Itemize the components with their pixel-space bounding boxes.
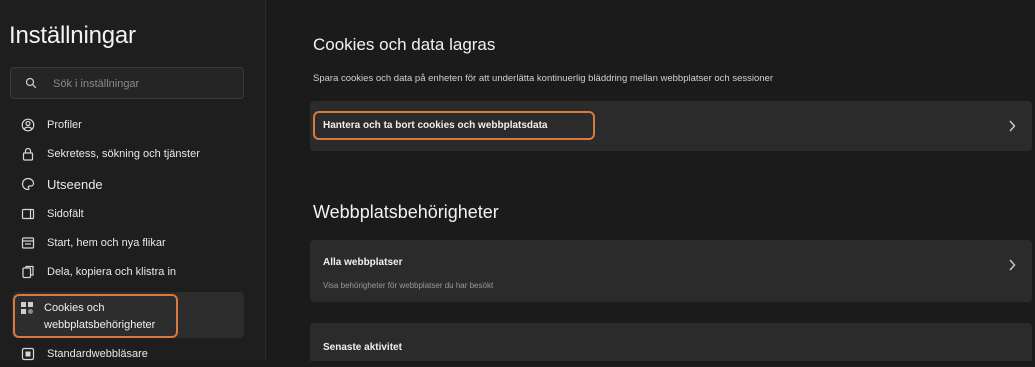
sidebar-item-label: Standardwebbläsare — [47, 348, 148, 360]
sidebar-item-sidebar[interactable]: Sidofält — [12, 201, 252, 227]
cookies-section-title: Cookies och data lagras — [313, 35, 496, 54]
share-icon — [20, 264, 36, 280]
lock-icon — [20, 146, 36, 162]
chevron-right-icon — [1009, 259, 1016, 271]
search-box[interactable] — [10, 67, 244, 99]
sidebar-item-profiles[interactable]: Profiler — [12, 112, 252, 138]
appearance-icon — [20, 176, 36, 192]
sidebar-item-privacy[interactable]: Sekretess, sökning och tjänster — [12, 141, 252, 167]
profile-icon — [20, 117, 36, 133]
all-sites-card[interactable] — [310, 240, 1032, 302]
cookies-section-description: Spara cookies och data på enheten för at… — [313, 73, 773, 84]
recent-activity-card[interactable] — [310, 323, 1032, 361]
highlight-outline — [13, 294, 178, 338]
search-input[interactable] — [51, 74, 235, 94]
sidebar-item-appearance[interactable]: Utseende — [12, 171, 252, 197]
browser-icon — [20, 346, 36, 362]
home-tabs-icon — [20, 235, 36, 251]
chevron-right-icon — [1009, 120, 1016, 132]
manage-cookies-label: Hantera och ta bort cookies och webbplat… — [323, 120, 548, 131]
all-sites-label: Alla webbplatser — [323, 257, 403, 268]
sidebar-item-start-home[interactable]: Start, hem och nya flikar — [12, 230, 252, 256]
settings-title: Inställningar — [9, 22, 136, 49]
recent-activity-label: Senaste aktivitet — [323, 342, 402, 353]
settings-sidebar: Inställningar Profiler Sekretess, söknin… — [0, 0, 266, 361]
sidebar-item-label: Start, hem och nya flikar — [47, 237, 166, 249]
sidebar-item-label: Profiler — [47, 119, 82, 131]
sidebar-item-share[interactable]: Dela, kopiera och klistra in — [12, 259, 252, 285]
permissions-section-title: Webbplatsbehörigheter — [313, 202, 499, 222]
sidebar-item-default-browser[interactable]: Standardwebbläsare — [12, 341, 252, 367]
sidebar-item-label: Sidofält — [47, 208, 84, 220]
all-sites-subtitle: Visa behörigheter för webbplatser du har… — [323, 281, 494, 290]
sidebar-item-label: Dela, kopiera och klistra in — [47, 266, 177, 278]
sidebar-item-label: Utseende — [47, 176, 103, 192]
search-icon — [25, 77, 37, 89]
sidebar-icon — [20, 206, 36, 222]
sidebar-item-label: Sekretess, sökning och tjänster — [47, 148, 200, 160]
